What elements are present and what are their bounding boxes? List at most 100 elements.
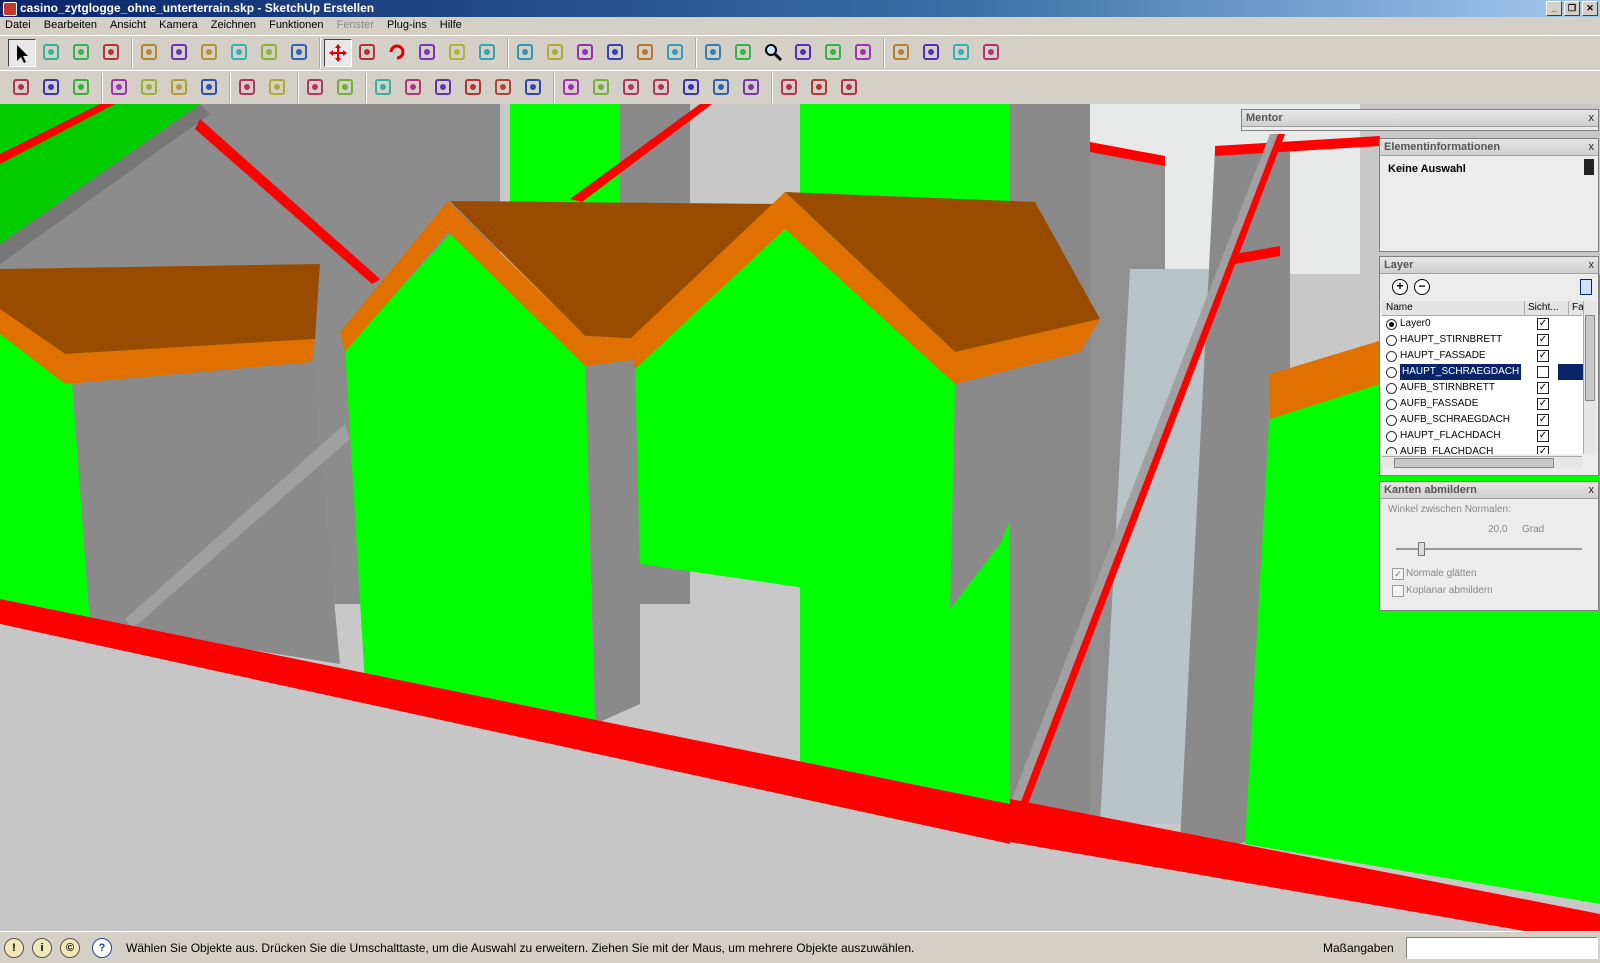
walk-icon[interactable] xyxy=(948,39,974,65)
arc-icon[interactable] xyxy=(226,39,252,65)
column-color[interactable]: Fa xyxy=(1568,301,1584,315)
delete-icon[interactable] xyxy=(196,74,222,100)
layer-row[interactable]: HAUPT_SCHRAEGDACH xyxy=(1382,364,1584,380)
georeference-icon[interactable]: ! xyxy=(4,938,24,958)
rotate-icon[interactable] xyxy=(384,39,410,65)
element-info-close-button[interactable]: x xyxy=(1589,139,1595,155)
active-layer-radio[interactable] xyxy=(1386,351,1397,362)
menu-kamera[interactable]: Kamera xyxy=(154,17,203,31)
select-icon[interactable] xyxy=(8,39,36,67)
measurements-input[interactable] xyxy=(1406,937,1598,959)
cut-icon[interactable] xyxy=(106,74,132,100)
layer-name[interactable]: AUFB_STIRNBRETT xyxy=(1400,380,1495,396)
layers-close-button[interactable]: x xyxy=(1589,257,1595,273)
layer-scrollbar[interactable] xyxy=(1583,301,1596,454)
column-name[interactable]: Name xyxy=(1386,301,1413,315)
paste-icon[interactable] xyxy=(166,74,192,100)
wireframe-icon[interactable] xyxy=(430,74,456,100)
look-around-icon[interactable] xyxy=(918,39,944,65)
layer-visible-checkbox[interactable] xyxy=(1537,366,1549,378)
tape-measure-icon[interactable] xyxy=(512,39,538,65)
model-viewport[interactable]: Mentor x Elementinformationen x Keine Au… xyxy=(0,104,1600,931)
follow-me-icon[interactable] xyxy=(414,39,440,65)
previous-view-icon[interactable] xyxy=(850,39,876,65)
layer-row[interactable]: HAUPT_STIRNBRETT ✓ xyxy=(1382,332,1578,348)
protractor-icon[interactable] xyxy=(572,39,598,65)
layer-name[interactable]: Layer0 xyxy=(1400,316,1431,332)
left-view-icon[interactable] xyxy=(738,74,764,100)
menu-ansicht[interactable]: Ansicht xyxy=(105,17,151,31)
scrollbar-thumb[interactable] xyxy=(1585,315,1595,401)
active-layer-radio[interactable] xyxy=(1386,399,1397,410)
layer-row[interactable]: HAUPT_FLACHDACH ✓ xyxy=(1382,428,1578,444)
layer-row[interactable]: AUFB_STIRNBRETT ✓ xyxy=(1382,380,1578,396)
monochrome-icon[interactable] xyxy=(558,74,584,100)
open-icon[interactable] xyxy=(38,74,64,100)
expand-toggle-icon[interactable] xyxy=(1584,159,1594,175)
paint-bucket-icon[interactable] xyxy=(68,39,94,65)
hscrollbar-thumb[interactable] xyxy=(1394,458,1554,468)
3d-text-icon[interactable] xyxy=(662,39,688,65)
menu-zeichnen[interactable]: Zeichnen xyxy=(206,17,261,31)
shaded-icon[interactable] xyxy=(490,74,516,100)
print-icon[interactable] xyxy=(302,74,328,100)
redo-icon[interactable] xyxy=(264,74,290,100)
menu-bearbeiten[interactable]: Bearbeiten xyxy=(39,17,102,31)
layer-visible-checkbox[interactable]: ✓ xyxy=(1537,382,1549,394)
active-layer-radio[interactable] xyxy=(1386,447,1397,454)
back-edges-icon[interactable] xyxy=(400,74,426,100)
model-info-icon[interactable] xyxy=(332,74,358,100)
layer-visible-checkbox[interactable]: ✓ xyxy=(1537,350,1549,362)
orbit-icon[interactable] xyxy=(700,39,726,65)
mentor-close-button[interactable]: x xyxy=(1589,110,1595,126)
menu-plugins[interactable]: Plug-ins xyxy=(382,17,432,31)
text-icon[interactable] xyxy=(602,39,628,65)
layer-row[interactable]: Layer0 ✓ xyxy=(1382,316,1578,332)
menu-hilfe[interactable]: Hilfe xyxy=(435,17,467,31)
freehand-icon[interactable] xyxy=(286,39,312,65)
layer-details-icon[interactable] xyxy=(1580,279,1592,295)
layer-name[interactable]: HAUPT_FASSADE xyxy=(1400,348,1486,364)
layer-visible-checkbox[interactable]: ✓ xyxy=(1537,446,1549,454)
copyright-icon[interactable]: © xyxy=(60,938,80,958)
zoom-window-icon[interactable] xyxy=(790,39,816,65)
active-layer-radio[interactable] xyxy=(1386,335,1397,346)
back-view-icon[interactable] xyxy=(708,74,734,100)
layer-name[interactable]: AUFB_FLACHDACH xyxy=(1400,444,1493,454)
section-plane-icon[interactable] xyxy=(978,39,1004,65)
copy-icon[interactable] xyxy=(136,74,162,100)
offset-icon[interactable] xyxy=(474,39,500,65)
layer-visible-checkbox[interactable]: ✓ xyxy=(1537,430,1549,442)
layer-row[interactable]: AUFB_SCHRAEGDACH ✓ xyxy=(1382,412,1578,428)
move-icon[interactable] xyxy=(324,39,352,67)
active-layer-radio[interactable] xyxy=(1386,415,1397,426)
front-view-icon[interactable] xyxy=(648,74,674,100)
hidden-line-icon[interactable] xyxy=(460,74,486,100)
layer-name[interactable]: AUFB_SCHRAEGDACH xyxy=(1400,412,1510,428)
pan-icon[interactable] xyxy=(730,39,756,65)
help-icon[interactable]: ? xyxy=(92,938,112,958)
position-camera-icon[interactable] xyxy=(888,39,914,65)
layer-visible-checkbox[interactable]: ✓ xyxy=(1537,334,1549,346)
layer-row[interactable]: AUFB_FLACHDACH ✓ xyxy=(1382,444,1578,454)
layer-visible-checkbox[interactable]: ✓ xyxy=(1537,414,1549,426)
minimize-button[interactable]: _ xyxy=(1546,1,1562,16)
display-section-cuts-icon[interactable] xyxy=(806,74,832,100)
layer-visible-checkbox[interactable]: ✓ xyxy=(1537,398,1549,410)
add-layer-icon[interactable]: + xyxy=(1392,279,1408,295)
scale-icon[interactable] xyxy=(444,39,470,65)
dimension-icon[interactable] xyxy=(542,39,568,65)
zoom-icon[interactable] xyxy=(760,39,786,65)
layer-name[interactable]: HAUPT_FLACHDACH xyxy=(1400,428,1501,444)
smooth-normals-checkbox[interactable]: ✓ xyxy=(1392,568,1404,580)
column-visible[interactable]: Sicht... xyxy=(1524,301,1559,315)
layer-row[interactable]: AUFB_FASSADE ✓ xyxy=(1382,396,1578,412)
pencil-icon[interactable] xyxy=(166,39,192,65)
zoom-extents-icon[interactable] xyxy=(820,39,846,65)
push-pull-icon[interactable] xyxy=(354,39,380,65)
close-button[interactable]: ✕ xyxy=(1582,1,1598,16)
menu-fenster[interactable]: Fenster xyxy=(332,17,379,31)
iso-view-icon[interactable] xyxy=(588,74,614,100)
remove-layer-icon[interactable]: − xyxy=(1414,279,1430,295)
angle-slider-thumb[interactable] xyxy=(1418,542,1426,556)
